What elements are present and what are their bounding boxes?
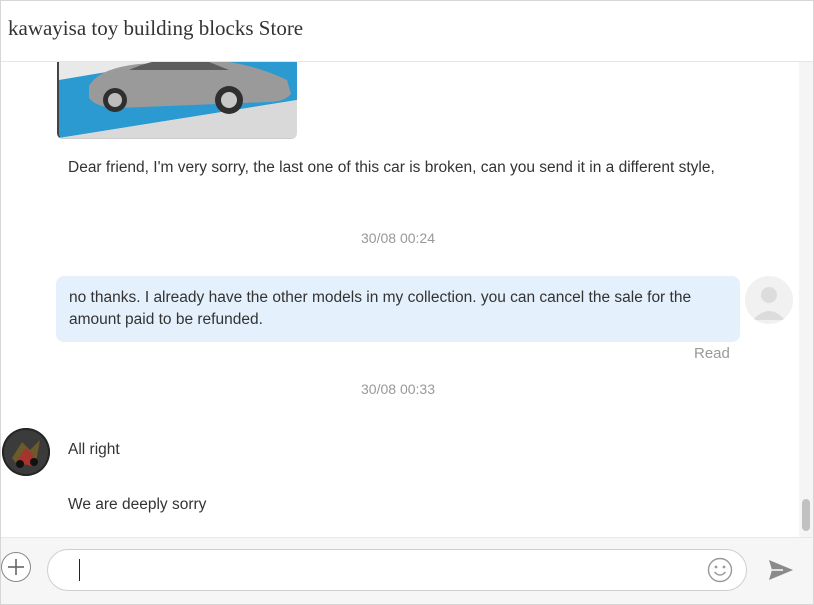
add-attachment-button[interactable]	[1, 552, 31, 582]
car-product-photo	[59, 62, 297, 138]
store-message: All right	[68, 441, 120, 458]
store-message: We are deeply sorry	[68, 496, 207, 513]
read-status: Read	[694, 345, 730, 362]
user-message-text: no thanks. I already have the other mode…	[69, 289, 692, 328]
scrollbar-thumb[interactable]	[802, 499, 810, 531]
message-list[interactable]: Dear friend, I'm very sorry, the last on…	[1, 62, 813, 537]
send-icon	[769, 560, 793, 580]
smiley-icon	[707, 557, 733, 583]
emoji-button[interactable]	[707, 557, 733, 583]
plus-icon	[8, 559, 24, 575]
store-name-title: kawayisa toy building blocks Store	[8, 16, 304, 40]
user-avatar	[745, 276, 793, 324]
store-message: Dear friend, I'm very sorry, the last on…	[68, 159, 715, 176]
text-caret	[79, 559, 80, 581]
message-input[interactable]	[47, 549, 747, 591]
scrollbar[interactable]	[799, 62, 813, 537]
message-composer	[1, 537, 813, 604]
default-user-avatar-icon	[745, 276, 793, 324]
store-avatar[interactable]	[2, 428, 50, 476]
timestamp: 30/08 00:24	[361, 230, 435, 246]
chat-header: kawayisa toy building blocks Store	[1, 1, 813, 62]
product-image[interactable]	[57, 62, 297, 139]
timestamp: 30/08 00:33	[361, 381, 435, 397]
chat-window: kawayisa toy building blocks Store Dear …	[0, 0, 814, 605]
store-logo-icon	[2, 428, 50, 476]
send-button[interactable]	[767, 557, 795, 583]
user-message-bubble: no thanks. I already have the other mode…	[56, 276, 740, 342]
